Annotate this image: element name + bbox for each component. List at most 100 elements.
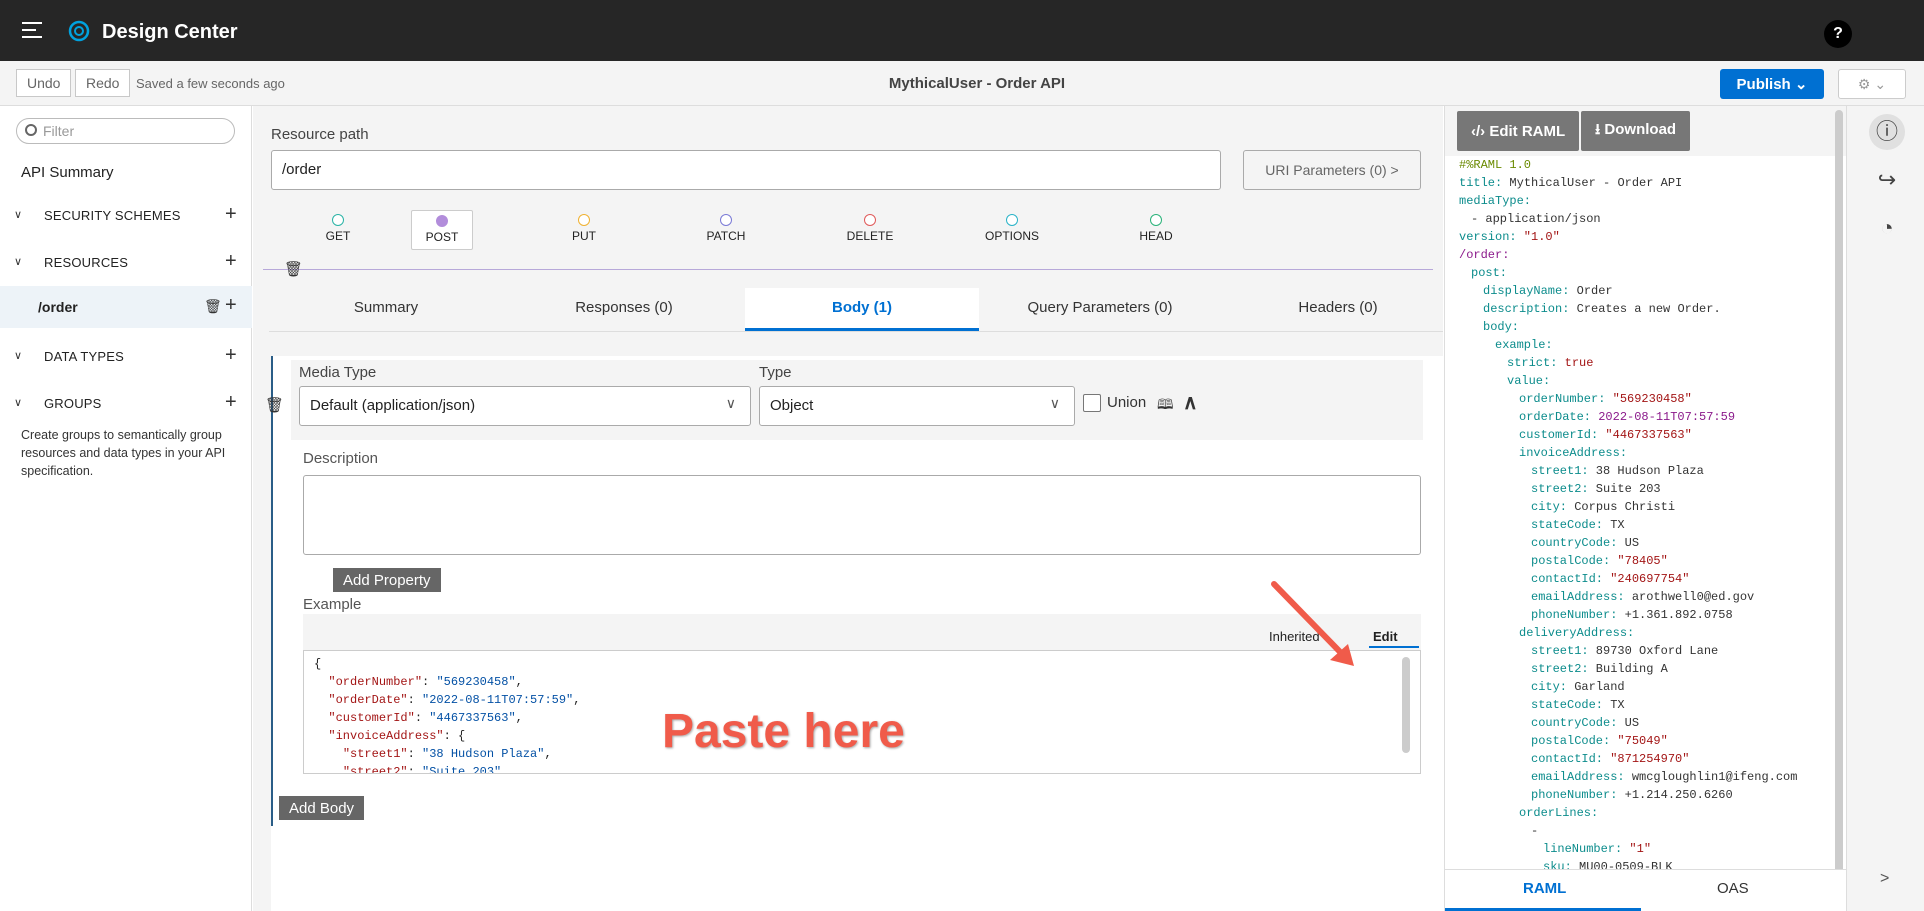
uri-parameters-button[interactable]: URI Parameters (0) > <box>1243 150 1421 190</box>
add-icon[interactable]: + <box>225 344 237 367</box>
raml-key: postalCode: <box>1531 734 1611 748</box>
chevron-down-icon: ∨ <box>725 395 736 411</box>
raml-line: strict: true <box>1459 354 1831 372</box>
resource-path-label: Resource path <box>271 126 369 143</box>
add-icon[interactable]: + <box>225 250 237 273</box>
tab-query-parameters[interactable]: Query Parameters (0) <box>983 288 1217 331</box>
trash-icon[interactable]: 🗑 <box>284 260 303 278</box>
tab-raml[interactable]: RAML <box>1523 880 1566 897</box>
code-token: "4467337563" <box>429 711 516 725</box>
raml-line: city: Corpus Christi <box>1459 498 1831 516</box>
edit-raml-button[interactable]: ‹/› Edit RAML <box>1457 111 1580 151</box>
raml-key: mediaType: <box>1459 194 1532 208</box>
media-type-row: Media Type Default (application/json) ∨ … <box>291 360 1423 440</box>
method-delete[interactable]: DELETE <box>839 210 901 250</box>
chevron-up-icon[interactable]: ∧ <box>1183 390 1198 415</box>
raml-line: /order: <box>1459 246 1831 264</box>
trash-icon[interactable]: 🗑 <box>204 298 222 315</box>
sidebar-item-order[interactable]: /order 🗑 + <box>0 286 252 328</box>
raml-code-view[interactable]: #%RAML 1.0 title: MythicalUser - Order AP… <box>1459 156 1831 876</box>
add-icon[interactable]: + <box>225 294 237 317</box>
documentation-icon[interactable]: 🕮 <box>1157 394 1174 418</box>
tab-body[interactable]: Body (1) <box>745 288 979 331</box>
media-type-select[interactable]: Default (application/json) ∨ <box>299 386 751 426</box>
tab-headers[interactable]: Headers (0) <box>1221 288 1455 331</box>
chevron-down-icon[interactable]: ∨ <box>14 255 22 268</box>
expand-icon[interactable]: > <box>1880 870 1889 888</box>
tab-edit[interactable]: Edit <box>1373 629 1398 644</box>
raml-scrollbar[interactable] <box>1835 110 1843 890</box>
settings-button[interactable]: ⚙ ⌄ <box>1838 69 1906 99</box>
menu-icon[interactable] <box>22 22 42 38</box>
raml-key: contactId: <box>1531 572 1604 586</box>
raml-line: title: MythicalUser - Order API <box>1459 174 1831 192</box>
tab-responses[interactable]: Responses (0) <box>507 288 741 331</box>
raml-value: 89730 Oxford Lane <box>1588 644 1719 658</box>
raml-line: contactId: "240697754" <box>1459 570 1831 588</box>
tab-summary[interactable]: Summary <box>269 288 503 331</box>
type-select[interactable]: Object ∨ <box>759 386 1075 426</box>
raml-line: customerId: "4467337563" <box>1459 426 1831 444</box>
method-post[interactable]: POST <box>411 210 473 250</box>
publish-button[interactable]: Publish ⌄ <box>1720 69 1824 99</box>
method-patch[interactable]: PATCH <box>695 210 757 250</box>
method-dot-icon <box>720 214 732 226</box>
method-head[interactable]: HEAD <box>1125 210 1187 250</box>
method-options[interactable]: OPTIONS <box>981 210 1043 250</box>
raml-key: street1: <box>1531 644 1589 658</box>
add-body-button[interactable]: Add Body <box>279 796 365 820</box>
raml-value: wmcgloughlin1@ifeng.com <box>1624 770 1798 784</box>
raml-key: stateCode: <box>1531 698 1604 712</box>
filter-input[interactable]: Filter <box>16 118 235 144</box>
section-groups[interactable]: ∨ GROUPS + <box>0 390 252 418</box>
raml-value: Creates a new Order. <box>1569 302 1721 316</box>
top-bar: Design Center ? <box>0 0 1924 61</box>
raml-value: Corpus Christi <box>1567 500 1676 514</box>
chevron-down-icon[interactable]: ∨ <box>14 396 22 409</box>
method-put[interactable]: PUT <box>553 210 615 250</box>
trash-icon[interactable]: 🗑 <box>265 396 284 414</box>
raml-key: version: <box>1459 230 1517 244</box>
sidebar: Filter API Summary ∨ SECURITY SCHEMES + … <box>0 106 252 911</box>
raml-value: +1.361.892.0758 <box>1617 608 1733 622</box>
resource-path-input[interactable]: /order <box>271 150 1221 190</box>
raml-line: postalCode: "75049" <box>1459 732 1831 750</box>
raml-key: countryCode: <box>1531 716 1618 730</box>
chevron-down-icon[interactable]: ∨ <box>14 349 22 362</box>
raml-key: stateCode: <box>1531 518 1604 532</box>
description-textarea[interactable] <box>303 475 1421 555</box>
section-label: GROUPS <box>44 396 102 411</box>
methods-divider <box>263 269 1433 270</box>
help-icon[interactable]: ? <box>1824 20 1852 48</box>
raml-line: orderNumber: "569230458" <box>1459 390 1831 408</box>
raml-line: street2: Building A <box>1459 660 1831 678</box>
section-security-schemes[interactable]: ∨ SECURITY SCHEMES + <box>0 202 252 230</box>
speed-check-icon[interactable]: ◔ <box>1869 210 1905 246</box>
add-icon[interactable]: + <box>225 391 237 414</box>
raml-value: Order <box>1569 284 1613 298</box>
section-resources[interactable]: ∨ RESOURCES + <box>0 249 252 277</box>
app-title: Design Center <box>102 21 238 43</box>
add-property-button[interactable]: Add Property <box>333 568 441 592</box>
editor-scrollbar[interactable] <box>1402 657 1410 753</box>
download-button[interactable]: ⭳ Download <box>1581 111 1691 151</box>
raml-value: MythicalUser - Order API <box>1502 176 1683 190</box>
raml-value: arothwell0@ed.gov <box>1624 590 1755 604</box>
chevron-down-icon[interactable]: ∨ <box>14 208 22 221</box>
code-token: : <box>422 675 437 689</box>
union-checkbox[interactable] <box>1083 394 1101 412</box>
raml-key: phoneNumber: <box>1531 608 1618 622</box>
raml-key: orderNumber: <box>1519 392 1606 406</box>
code-token: "street1" <box>342 747 408 761</box>
method-get[interactable]: GET <box>307 210 369 250</box>
section-data-types[interactable]: ∨ DATA TYPES + <box>0 343 252 371</box>
raml-key: contactId: <box>1531 752 1604 766</box>
raml-line: - <box>1459 822 1831 840</box>
info-icon[interactable]: ⓘ <box>1869 114 1905 150</box>
share-icon[interactable]: ↪ <box>1869 162 1905 198</box>
code-token: "invoiceAddress" <box>328 729 444 743</box>
add-icon[interactable]: + <box>225 203 237 226</box>
api-summary-link[interactable]: API Summary <box>21 164 114 181</box>
tab-oas[interactable]: OAS <box>1717 880 1749 897</box>
